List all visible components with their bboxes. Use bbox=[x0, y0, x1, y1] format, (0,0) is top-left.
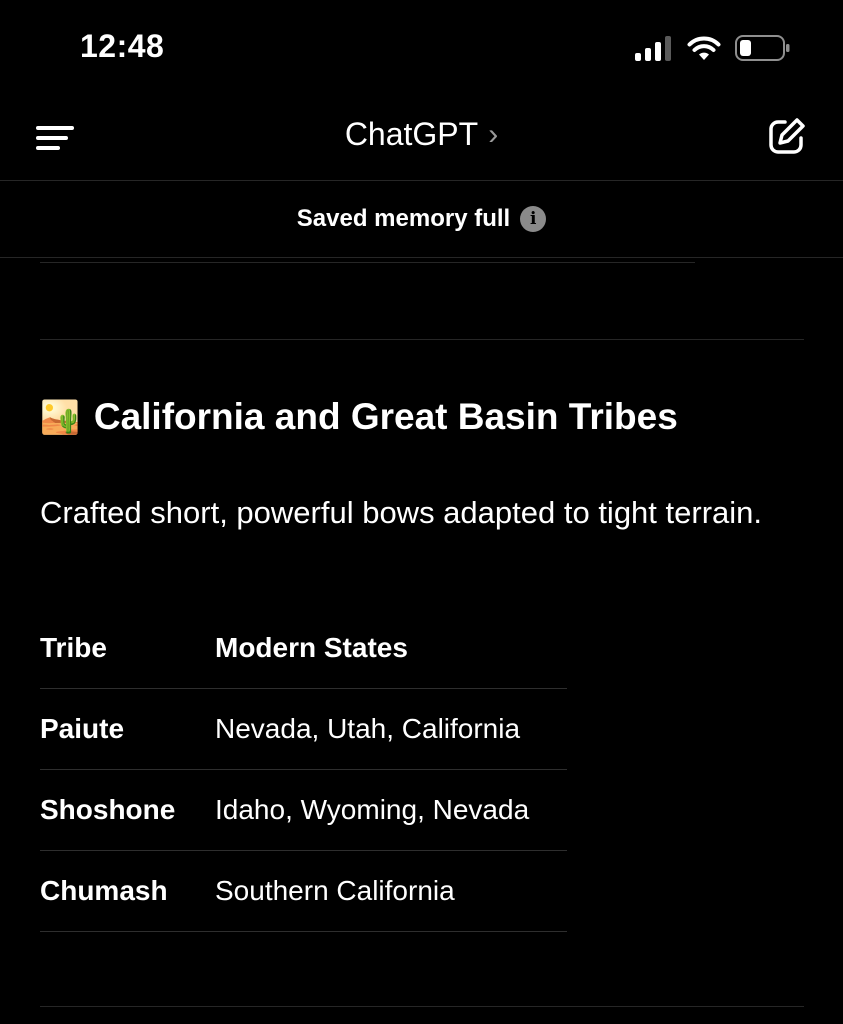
memory-banner: Saved memory full i bbox=[0, 181, 843, 258]
table-row: Chumash Southern California bbox=[40, 850, 567, 932]
wifi-icon bbox=[687, 36, 721, 60]
states-cell: Southern California bbox=[215, 850, 567, 932]
tribe-cell: Paiute bbox=[40, 688, 215, 770]
nav-bar: ChatGPT › bbox=[0, 96, 843, 181]
status-bar: 12:48 bbox=[0, 0, 843, 96]
desert-emoji-icon: 🏜️ bbox=[40, 399, 80, 435]
title-wrap: ChatGPT › bbox=[0, 116, 843, 153]
info-icon[interactable]: i bbox=[520, 206, 547, 232]
table-header-row: Tribe Modern States bbox=[40, 608, 567, 689]
divider-top-partial bbox=[40, 262, 695, 263]
states-cell: Idaho, Wyoming, Nevada bbox=[215, 769, 567, 851]
memory-banner-text: Saved memory full bbox=[296, 205, 511, 232]
chevron-right-icon: › bbox=[488, 117, 499, 151]
status-icons bbox=[635, 34, 791, 62]
table-row: Paiute Nevada, Utah, California bbox=[40, 688, 567, 770]
states-cell: Nevada, Utah, California bbox=[215, 688, 567, 770]
tribes-table: Tribe Modern States Paiute Nevada, Utah,… bbox=[40, 608, 567, 932]
table-row: Shoshone Idaho, Wyoming, Nevada bbox=[40, 769, 567, 851]
new-chat-icon[interactable] bbox=[767, 116, 807, 156]
page-title: ChatGPT bbox=[344, 116, 479, 152]
cellular-signal-icon bbox=[635, 36, 671, 61]
section-title: California and Great Basin Tribes bbox=[93, 396, 678, 437]
column-header-tribe: Tribe bbox=[40, 608, 215, 689]
model-selector[interactable]: ChatGPT › bbox=[345, 116, 498, 153]
divider-above-section bbox=[40, 339, 804, 340]
status-time: 12:48 bbox=[80, 28, 165, 64]
section-heading: 🏜️ California and Great Basin Tribes bbox=[40, 396, 678, 438]
tribe-cell: Chumash bbox=[40, 850, 215, 932]
section-description: Crafted short, powerful bows adapted to … bbox=[40, 495, 763, 530]
battery-icon bbox=[735, 35, 790, 61]
column-header-states: Modern States bbox=[215, 608, 567, 689]
divider-bottom bbox=[40, 1006, 804, 1007]
tribe-cell: Shoshone bbox=[40, 769, 215, 851]
